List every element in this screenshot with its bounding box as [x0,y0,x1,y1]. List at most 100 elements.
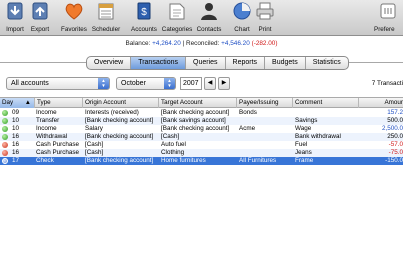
cell-target: [Bank checking account] [161,125,230,132]
import-icon [7,2,23,20]
next-month-button[interactable]: ▶ [218,77,230,90]
cell-origin: Salary [85,125,103,132]
cell-day: 16 [12,141,20,148]
cell-target: Clothing [161,149,185,156]
chart-icon [233,2,251,20]
column-header-day[interactable]: Day ▲ [0,98,34,108]
scheduler-icon [98,3,114,20]
triangle-left-icon: ◀ [207,80,213,86]
balance-summary: Balance: +4,264.20 | Reconciled: +4,546.… [0,40,403,47]
cell-amount: 157.2 [387,109,403,116]
tab-budgets[interactable]: Budgets [265,57,306,69]
cell-target: [Bank checking account] [161,109,230,116]
reconciled-status-icon[interactable] [2,110,8,116]
cell-type: Cash Purchase [36,149,80,156]
tab-transactions[interactable]: Transactions [131,57,186,69]
cell-origin: Interests (received) [85,109,139,116]
column-header-amount[interactable]: Amour [358,98,403,108]
cell-amount: 250.0 [387,133,403,140]
preferences-button[interactable]: Prefere [372,1,403,35]
cell-comment: Savings [295,117,318,124]
account-select-value: All accounts [11,80,49,87]
cell-target: [Bank savings account] [161,117,226,124]
chart-button[interactable]: Chart [230,1,254,35]
cell-target: Auto fuel [161,141,186,148]
contacts-button[interactable]: Contacts [194,1,224,35]
export-icon [32,2,48,20]
month-select[interactable]: October ▲ ▼ [116,77,176,90]
cell-origin: [Bank checking account] [85,117,154,124]
tab-queries[interactable]: Queries [186,57,226,69]
table-row[interactable]: 17 Check [Bank checking account] Home furni… [0,157,403,165]
account-select[interactable]: All accounts ▲ ▼ [6,77,110,90]
cell-type: Cash Purchase [36,141,80,148]
import-button[interactable]: Import [2,1,28,35]
cell-comment: Wage [295,125,312,132]
favorites-button[interactable]: Favorites [58,1,90,35]
print-icon [256,2,274,20]
table-row[interactable]: 10 Transfer [Bank checking account] [Bank s… [0,117,403,125]
select-arrows-icon: ▲ ▼ [164,78,175,89]
contacts-icon [201,3,217,20]
year-field[interactable]: 2007 [180,77,202,90]
cell-day: 16 [12,133,20,140]
reconciled-label: Reconciled: [185,40,220,47]
print-button[interactable]: Print [254,1,276,35]
cell-day: 17 [12,157,20,164]
tab-reports[interactable]: Reports [226,57,266,69]
triangle-right-icon: ▶ [221,80,227,86]
table-row[interactable]: 16 Cash Purchase [Cash] Clothing Jeans -75.0 [0,149,403,157]
cell-amount: 500.0 [387,117,403,124]
column-header-comment[interactable]: Comment [292,98,358,108]
pending-status-icon[interactable] [2,158,8,164]
previous-month-button[interactable]: ◀ [204,77,216,90]
cell-comment: Frame [295,157,314,164]
cell-target: Home furnitures [161,157,206,164]
cell-payee: All Furnitures [239,157,277,164]
column-header-type[interactable]: Type [34,98,82,108]
export-button[interactable]: Export [28,1,52,35]
cell-type: Withdrawal [36,133,68,140]
cell-day: 10 [12,125,20,132]
table-row[interactable]: 16 Withdrawal [Bank checking account] [Cash… [0,133,403,141]
categories-icon [169,3,185,20]
preferences-icon [380,3,395,19]
table-row[interactable]: 09 Income Interests (received) [Bank checki… [0,109,403,117]
view-tabs: Overview Transactions Queries Reports Bu… [86,56,349,70]
cell-day: 10 [12,117,20,124]
cell-amount: 2,500.0 [381,125,403,132]
cell-origin: [Cash] [85,149,104,156]
tab-statistics[interactable]: Statistics [306,57,348,69]
cell-target: [Cash] [161,133,180,140]
cell-day: 09 [12,109,20,116]
svg-text:$: $ [141,7,147,18]
transaction-count: 7 Transacti [371,80,403,87]
column-header-origin[interactable]: Origin Account [82,98,158,108]
column-header-target[interactable]: Target Account [158,98,236,108]
table-row[interactable]: 16 Cash Purchase [Cash] Auto fuel Fuel -57.0 [0,141,403,149]
cell-comment: Jeans [295,149,312,156]
cell-origin: [Bank checking account] [85,157,154,164]
cell-payee: Acme [239,125,256,132]
cell-amount: -150.0 [385,157,403,164]
cell-origin: [Cash] [85,141,104,148]
table-row[interactable]: 10 Income Salary [Bank checking account] Acm… [0,125,403,133]
reconciled-status-icon[interactable] [2,118,8,124]
scheduler-button[interactable]: Scheduler [90,1,122,35]
balance-label: Balance: [125,40,151,47]
unreconciled-status-icon[interactable] [2,142,8,148]
cell-type: Transfer [36,117,60,124]
cell-comment: Bank withdrawal [295,133,341,140]
balance-value: +4,264.20 [152,40,181,47]
cell-comment: Fuel [295,141,308,148]
month-select-value: October [121,80,146,87]
heart-icon [65,3,83,20]
sort-ascending-icon: ▲ [24,99,31,106]
reconciled-status-icon[interactable] [2,134,8,140]
tab-overview[interactable]: Overview [87,57,132,69]
categories-button[interactable]: Categories [160,1,194,35]
unreconciled-status-icon[interactable] [2,150,8,156]
reconciled-status-icon[interactable] [2,126,8,132]
accounts-button[interactable]: $ Accounts [128,1,160,35]
column-header-payee[interactable]: Payee/Issuing [236,98,292,108]
